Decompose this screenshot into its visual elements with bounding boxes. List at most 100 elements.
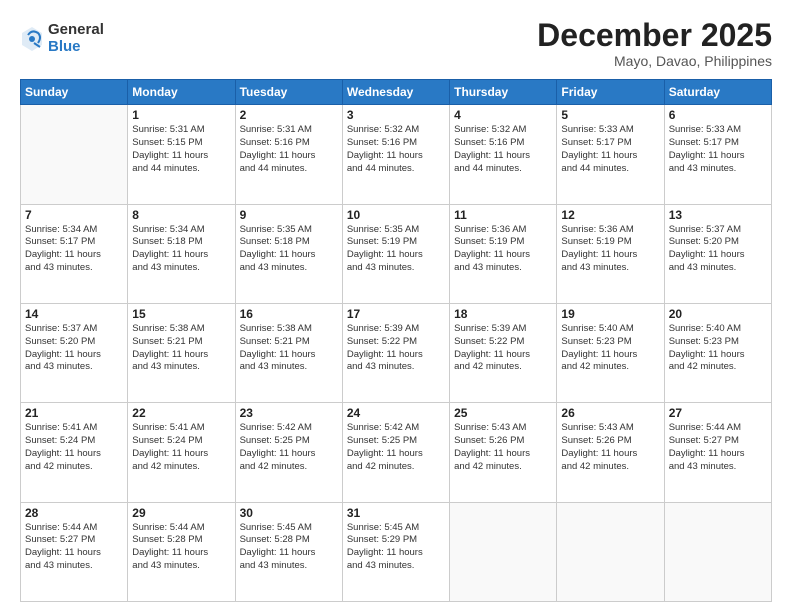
table-row: 7 Sunrise: 5:34 AM Sunset: 5:17 PM Daylig… [21, 204, 128, 303]
cell-info: Sunrise: 5:40 AM Sunset: 5:23 PM Dayligh… [669, 323, 767, 374]
day-number: 18 [454, 307, 552, 321]
header: General Blue December 2025 Mayo, Davao, … [20, 18, 772, 69]
calendar-header: Sunday Monday Tuesday Wednesday Thursday… [21, 80, 772, 105]
calendar-week-row: 1Sunrise: 5:31 AM Sunset: 5:15 PM Daylig… [21, 105, 772, 204]
table-row: 18Sunrise: 5:39 AM Sunset: 5:22 PM Dayli… [450, 303, 557, 402]
day-number: 6 [669, 108, 767, 122]
table-row [664, 502, 771, 601]
table-row: 28 Sunrise: 5:44 AM Sunset: 5:27 PM Dayli… [21, 502, 128, 601]
table-row: 6 Sunrise: 5:33 AM Sunset: 5:17 PM Daylig… [664, 105, 771, 204]
day-number: 16 [240, 307, 338, 321]
cell-info: Sunrise: 5:35 AM Sunset: 5:19 PM Dayligh… [347, 224, 445, 275]
day-number: 9 [240, 208, 338, 222]
logo: General Blue [20, 22, 104, 55]
table-row: 17Sunrise: 5:39 AM Sunset: 5:22 PM Dayli… [342, 303, 449, 402]
table-row: 9 Sunrise: 5:35 AM Sunset: 5:18 PM Daylig… [235, 204, 342, 303]
calendar-body: 1Sunrise: 5:31 AM Sunset: 5:15 PM Daylig… [21, 105, 772, 602]
cell-info: Sunrise: 5:39 AM Sunset: 5:22 PM Dayligh… [347, 323, 445, 374]
table-row: 3Sunrise: 5:32 AM Sunset: 5:16 PM Daylig… [342, 105, 449, 204]
table-row: 16 Sunrise: 5:38 AM Sunset: 5:21 PM Dayli… [235, 303, 342, 402]
table-row [450, 502, 557, 601]
cell-info: Sunrise: 5:40 AM Sunset: 5:23 PM Dayligh… [561, 323, 659, 374]
table-row: 15 Sunrise: 5:38 AM Sunset: 5:21 PM Dayli… [128, 303, 235, 402]
location: Mayo, Davao, Philippines [537, 53, 772, 69]
logo-general: General [48, 22, 104, 39]
table-row: 1Sunrise: 5:31 AM Sunset: 5:15 PM Daylig… [128, 105, 235, 204]
day-number: 11 [454, 208, 552, 222]
table-row: 30 Sunrise: 5:45 AM Sunset: 5:28 PM Dayli… [235, 502, 342, 601]
day-number: 19 [561, 307, 659, 321]
day-number: 25 [454, 406, 552, 420]
table-row: 19 Sunrise: 5:40 AM Sunset: 5:23 PM Dayli… [557, 303, 664, 402]
cell-info: Sunrise: 5:45 AM Sunset: 5:29 PM Dayligh… [347, 522, 445, 573]
cell-info: Sunrise: 5:31 AM Sunset: 5:16 PM Dayligh… [240, 124, 338, 175]
title-area: December 2025 Mayo, Davao, Philippines [537, 18, 772, 69]
table-row: 8 Sunrise: 5:34 AM Sunset: 5:18 PM Daylig… [128, 204, 235, 303]
table-row [21, 105, 128, 204]
day-number: 14 [25, 307, 123, 321]
cell-info: Sunrise: 5:34 AM Sunset: 5:18 PM Dayligh… [132, 224, 230, 275]
cell-info: Sunrise: 5:32 AM Sunset: 5:16 PM Dayligh… [454, 124, 552, 175]
cell-info: Sunrise: 5:36 AM Sunset: 5:19 PM Dayligh… [454, 224, 552, 275]
cell-info: Sunrise: 5:44 AM Sunset: 5:27 PM Dayligh… [25, 522, 123, 573]
table-row: 2 Sunrise: 5:31 AM Sunset: 5:16 PM Daylig… [235, 105, 342, 204]
cell-info: Sunrise: 5:37 AM Sunset: 5:20 PM Dayligh… [25, 323, 123, 374]
table-row: 11 Sunrise: 5:36 AM Sunset: 5:19 PM Dayli… [450, 204, 557, 303]
table-row: 26 Sunrise: 5:43 AM Sunset: 5:26 PM Dayli… [557, 403, 664, 502]
day-number: 3 [347, 108, 445, 122]
day-number: 21 [25, 406, 123, 420]
table-row [557, 502, 664, 601]
day-number: 8 [132, 208, 230, 222]
table-row: 25Sunrise: 5:43 AM Sunset: 5:26 PM Dayli… [450, 403, 557, 502]
calendar-week-row: 7 Sunrise: 5:34 AM Sunset: 5:17 PM Daylig… [21, 204, 772, 303]
cell-info: Sunrise: 5:43 AM Sunset: 5:26 PM Dayligh… [561, 422, 659, 473]
cell-info: Sunrise: 5:38 AM Sunset: 5:21 PM Dayligh… [132, 323, 230, 374]
cell-info: Sunrise: 5:44 AM Sunset: 5:27 PM Dayligh… [669, 422, 767, 473]
cell-info: Sunrise: 5:34 AM Sunset: 5:17 PM Dayligh… [25, 224, 123, 275]
cell-info: Sunrise: 5:36 AM Sunset: 5:19 PM Dayligh… [561, 224, 659, 275]
day-number: 10 [347, 208, 445, 222]
cell-info: Sunrise: 5:41 AM Sunset: 5:24 PM Dayligh… [25, 422, 123, 473]
logo-icon [20, 25, 44, 53]
page: General Blue December 2025 Mayo, Davao, … [0, 0, 792, 612]
table-row: 12 Sunrise: 5:36 AM Sunset: 5:19 PM Dayli… [557, 204, 664, 303]
day-number: 30 [240, 506, 338, 520]
day-number: 28 [25, 506, 123, 520]
col-monday: Monday [128, 80, 235, 105]
day-number: 2 [240, 108, 338, 122]
calendar-week-row: 14 Sunrise: 5:37 AM Sunset: 5:20 PM Dayli… [21, 303, 772, 402]
table-row: 23Sunrise: 5:42 AM Sunset: 5:25 PM Dayli… [235, 403, 342, 502]
table-row: 14 Sunrise: 5:37 AM Sunset: 5:20 PM Dayli… [21, 303, 128, 402]
day-number: 4 [454, 108, 552, 122]
cell-info: Sunrise: 5:41 AM Sunset: 5:24 PM Dayligh… [132, 422, 230, 473]
day-number: 15 [132, 307, 230, 321]
cell-info: Sunrise: 5:38 AM Sunset: 5:21 PM Dayligh… [240, 323, 338, 374]
logo-blue: Blue [48, 39, 104, 56]
table-row: 27Sunrise: 5:44 AM Sunset: 5:27 PM Dayli… [664, 403, 771, 502]
logo-text: General Blue [48, 22, 104, 55]
calendar-week-row: 28 Sunrise: 5:44 AM Sunset: 5:27 PM Dayli… [21, 502, 772, 601]
table-row: 10 Sunrise: 5:35 AM Sunset: 5:19 PM Dayli… [342, 204, 449, 303]
cell-info: Sunrise: 5:33 AM Sunset: 5:17 PM Dayligh… [669, 124, 767, 175]
table-row: 22 Sunrise: 5:41 AM Sunset: 5:24 PM Dayli… [128, 403, 235, 502]
col-wednesday: Wednesday [342, 80, 449, 105]
col-thursday: Thursday [450, 80, 557, 105]
cell-info: Sunrise: 5:42 AM Sunset: 5:25 PM Dayligh… [347, 422, 445, 473]
day-number: 1 [132, 108, 230, 122]
col-saturday: Saturday [664, 80, 771, 105]
day-number: 13 [669, 208, 767, 222]
weekday-header-row: Sunday Monday Tuesday Wednesday Thursday… [21, 80, 772, 105]
cell-info: Sunrise: 5:45 AM Sunset: 5:28 PM Dayligh… [240, 522, 338, 573]
col-friday: Friday [557, 80, 664, 105]
day-number: 26 [561, 406, 659, 420]
col-sunday: Sunday [21, 80, 128, 105]
day-number: 7 [25, 208, 123, 222]
cell-info: Sunrise: 5:35 AM Sunset: 5:18 PM Dayligh… [240, 224, 338, 275]
cell-info: Sunrise: 5:33 AM Sunset: 5:17 PM Dayligh… [561, 124, 659, 175]
table-row: 4 Sunrise: 5:32 AM Sunset: 5:16 PM Daylig… [450, 105, 557, 204]
calendar-week-row: 21 Sunrise: 5:41 AM Sunset: 5:24 PM Dayli… [21, 403, 772, 502]
day-number: 22 [132, 406, 230, 420]
day-number: 12 [561, 208, 659, 222]
cell-info: Sunrise: 5:37 AM Sunset: 5:20 PM Dayligh… [669, 224, 767, 275]
table-row: 24Sunrise: 5:42 AM Sunset: 5:25 PM Dayli… [342, 403, 449, 502]
